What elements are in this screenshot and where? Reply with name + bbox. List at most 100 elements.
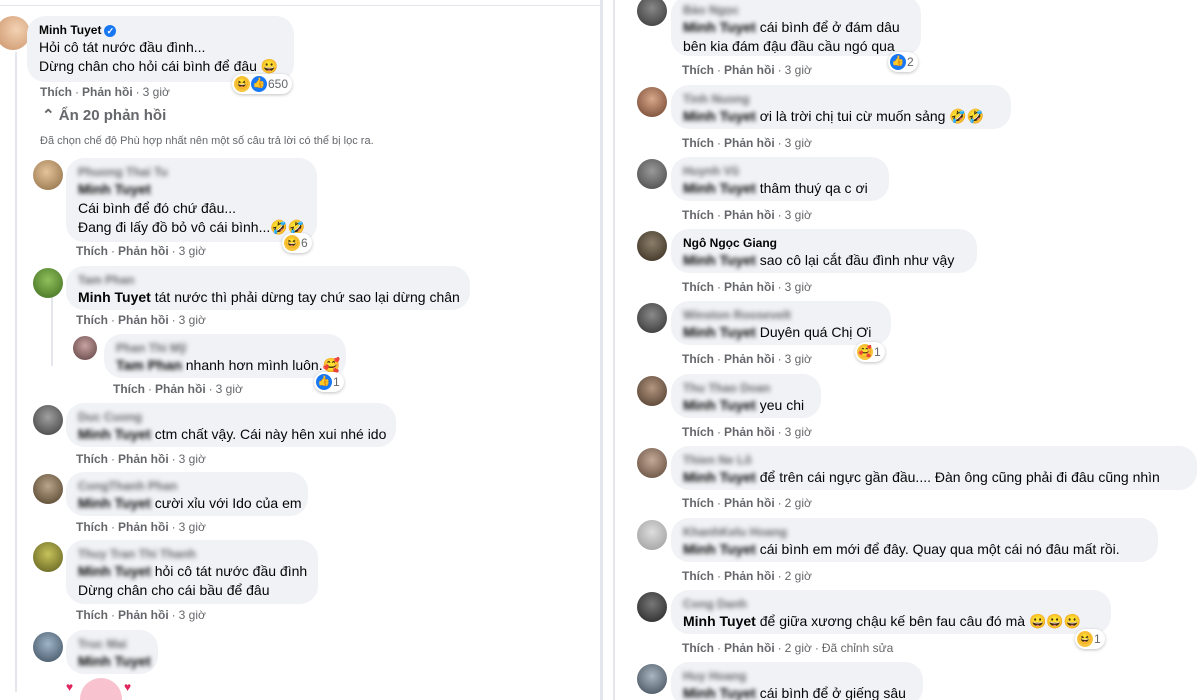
comment-author[interactable]: CongThanh Phan: [78, 478, 296, 494]
reaction-summary[interactable]: 😆 👍 650: [232, 74, 293, 94]
avatar[interactable]: [637, 303, 667, 333]
comment-author[interactable]: Huy Hoang: [683, 668, 911, 684]
avatar[interactable]: [33, 405, 63, 435]
hide-replies-toggle[interactable]: ⌃ Ẩn 20 phản hồi: [42, 106, 166, 124]
mention[interactable]: Minh Tuyet: [78, 181, 151, 197]
reply-link[interactable]: Phản hồi: [82, 85, 133, 99]
comment-author[interactable]: Huynh Vũ: [683, 163, 877, 179]
mention[interactable]: Minh Tuyet: [683, 180, 756, 196]
like-link[interactable]: Thích: [682, 280, 714, 294]
avatar[interactable]: [637, 664, 667, 694]
timestamp[interactable]: 3 giờ: [785, 136, 812, 150]
avatar[interactable]: [637, 592, 667, 622]
timestamp[interactable]: 2 giờ: [785, 569, 812, 583]
mention[interactable]: Minh Tuyet: [683, 19, 756, 35]
avatar[interactable]: [33, 474, 63, 504]
mention[interactable]: Minh Tuyet: [78, 495, 151, 511]
reaction-summary[interactable]: 😆 6: [282, 233, 312, 253]
like-link[interactable]: Thích: [76, 452, 108, 466]
avatar[interactable]: [637, 87, 667, 117]
avatar[interactable]: [637, 231, 667, 261]
avatar[interactable]: [0, 16, 30, 50]
comment-author[interactable]: Minh Tuyet ✓: [39, 22, 282, 38]
reply-link[interactable]: Phản hồi: [724, 280, 775, 294]
reply-link[interactable]: Phản hồi: [724, 136, 775, 150]
comment-author[interactable]: Phan Thi Mỹ: [116, 340, 334, 356]
timestamp[interactable]: 2 giờ: [785, 496, 812, 510]
mention[interactable]: Minh Tuyet: [683, 252, 756, 268]
comment-author[interactable]: Thien Ne Lô: [683, 452, 1185, 468]
comment-author[interactable]: Duc Cuong: [78, 409, 384, 425]
timestamp[interactable]: 3 giờ: [143, 85, 170, 99]
mention[interactable]: Minh Tuyet: [683, 469, 756, 485]
timestamp[interactable]: 3 giờ: [179, 313, 206, 327]
reply-link[interactable]: Phản hồi: [118, 244, 169, 258]
reply-link[interactable]: Phản hồi: [724, 641, 775, 655]
reply-link[interactable]: Phản hồi: [724, 425, 775, 439]
mention[interactable]: Minh Tuyet: [78, 563, 151, 579]
mention[interactable]: Minh Tuyet: [78, 426, 151, 442]
like-link[interactable]: Thích: [40, 85, 72, 99]
reaction-summary[interactable]: 🥰 1: [855, 342, 885, 362]
timestamp[interactable]: 3 giờ: [179, 244, 206, 258]
mention[interactable]: Minh Tuyet: [78, 289, 151, 305]
like-link[interactable]: Thích: [682, 136, 714, 150]
timestamp[interactable]: 3 giờ: [785, 425, 812, 439]
mention[interactable]: Minh Tuyet: [683, 397, 756, 413]
mention[interactable]: Minh Tuyet: [683, 685, 756, 700]
comment-author[interactable]: Thuy Tran Thi Thanh: [78, 546, 306, 562]
mention[interactable]: Minh Tuyet: [683, 613, 756, 629]
mention[interactable]: Minh Tuyet: [78, 653, 151, 669]
timestamp[interactable]: 3 giờ: [179, 520, 206, 534]
timestamp[interactable]: 3 giờ: [785, 352, 812, 366]
reply-link[interactable]: Phản hồi: [724, 496, 775, 510]
like-link[interactable]: Thích: [682, 569, 714, 583]
timestamp[interactable]: 3 giờ: [216, 382, 243, 396]
comment-author[interactable]: Thu Thao Doan: [683, 380, 809, 396]
like-link[interactable]: Thích: [682, 425, 714, 439]
reply-link[interactable]: Phản hồi: [118, 452, 169, 466]
reply-link[interactable]: Phản hồi: [118, 608, 169, 622]
reply-link[interactable]: Phản hồi: [724, 569, 775, 583]
timestamp[interactable]: 2 giờ: [785, 641, 812, 655]
mention[interactable]: Minh Tuyet: [683, 541, 756, 557]
reply-link[interactable]: Phản hồi: [118, 313, 169, 327]
comment-author[interactable]: Truc Mai: [78, 636, 146, 652]
mention[interactable]: Minh Tuyet: [683, 324, 756, 340]
comment-author[interactable]: Tam Phan: [78, 272, 458, 288]
like-link[interactable]: Thích: [76, 244, 108, 258]
reaction-summary[interactable]: 😆 1: [1075, 629, 1105, 649]
avatar[interactable]: [637, 520, 667, 550]
comment-author[interactable]: KhanhKelu Hoang: [683, 524, 1146, 540]
reply-link[interactable]: Phản hồi: [724, 352, 775, 366]
like-link[interactable]: Thích: [76, 520, 108, 534]
mention[interactable]: Minh Tuyet: [683, 108, 756, 124]
avatar[interactable]: [33, 632, 63, 662]
comment-author[interactable]: Ngô Ngọc Giang: [683, 235, 965, 251]
mention[interactable]: Tam Phan: [116, 357, 182, 373]
comment-author[interactable]: Tinh Nuong: [683, 91, 999, 107]
comment-author[interactable]: Bảo Ngọc: [683, 2, 909, 18]
reply-link[interactable]: Phản hồi: [724, 208, 775, 222]
avatar[interactable]: [637, 0, 667, 26]
avatar[interactable]: [33, 160, 63, 190]
reaction-summary[interactable]: 👍 2: [888, 52, 918, 72]
like-link[interactable]: Thích: [682, 208, 714, 222]
avatar[interactable]: [33, 268, 63, 298]
like-link[interactable]: Thích: [682, 352, 714, 366]
comment-author[interactable]: Winston Roosevelt: [683, 307, 879, 323]
like-link[interactable]: Thích: [76, 313, 108, 327]
timestamp[interactable]: 3 giờ: [179, 452, 206, 466]
reply-link[interactable]: Phản hồi: [118, 520, 169, 534]
avatar[interactable]: [33, 542, 63, 572]
avatar[interactable]: [637, 159, 667, 189]
avatar[interactable]: [73, 336, 97, 360]
timestamp[interactable]: 3 giờ: [785, 208, 812, 222]
timestamp[interactable]: 3 giờ: [179, 608, 206, 622]
like-link[interactable]: Thích: [76, 608, 108, 622]
like-link[interactable]: Thích: [682, 496, 714, 510]
like-link[interactable]: Thích: [113, 382, 145, 396]
timestamp[interactable]: 3 giờ: [785, 63, 812, 77]
like-link[interactable]: Thích: [682, 63, 714, 77]
timestamp[interactable]: 3 giờ: [785, 280, 812, 294]
